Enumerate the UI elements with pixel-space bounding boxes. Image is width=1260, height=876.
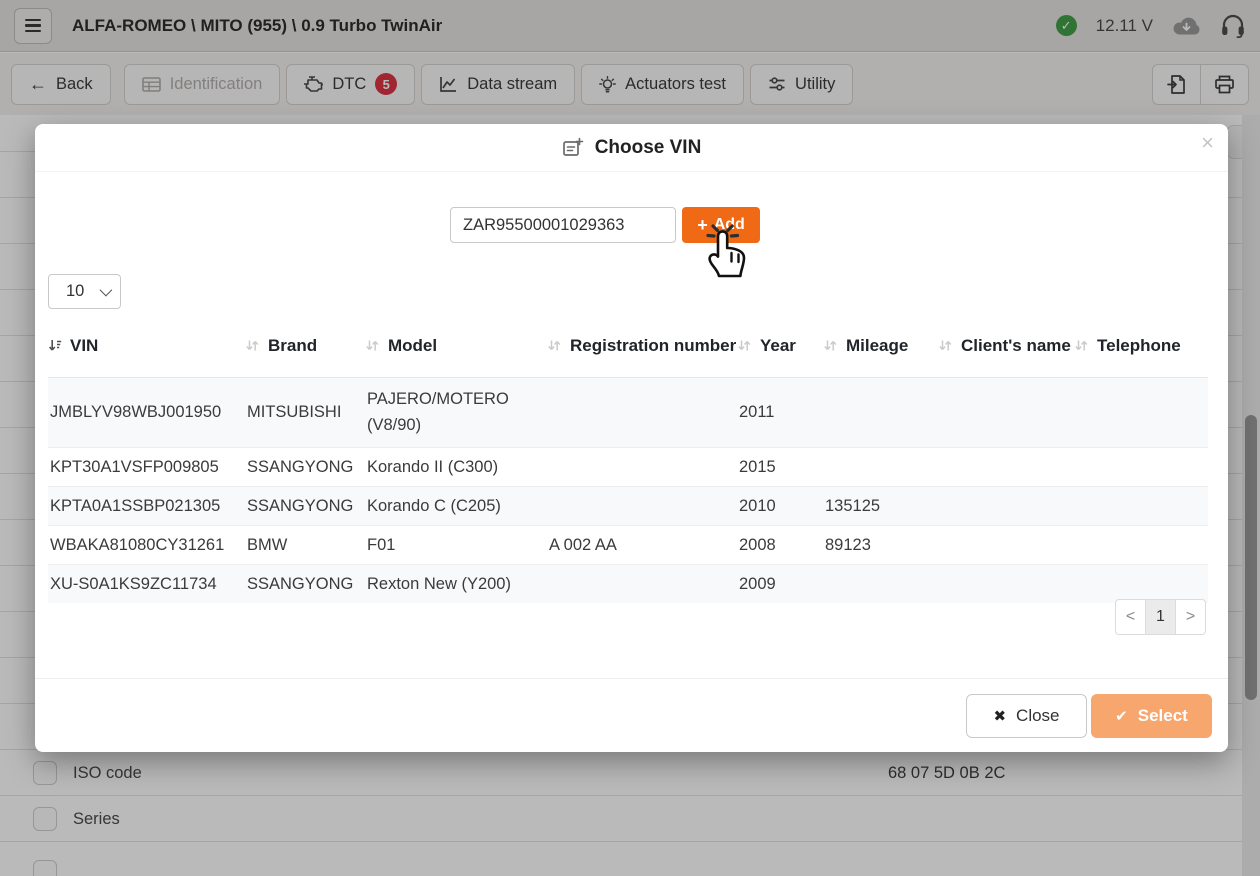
app-screen: ALFA-ROMEO \ MITO (955) \ 0.9 Turbo Twin… bbox=[0, 0, 1260, 876]
column-header-vin[interactable]: VIN bbox=[48, 315, 245, 377]
vin-input[interactable] bbox=[450, 207, 676, 243]
close-label: Close bbox=[1016, 706, 1059, 726]
modal-title: Choose VIN bbox=[595, 137, 702, 159]
pagination-prev-button[interactable]: < bbox=[1115, 599, 1146, 635]
footer-divider bbox=[35, 678, 1228, 679]
page-size-value: 10 bbox=[49, 282, 84, 301]
table-row[interactable]: KPT30A1VSFP009805SSANGYONG Korando II (C… bbox=[48, 447, 1208, 486]
column-header-clients-name[interactable]: Client's name bbox=[938, 315, 1074, 377]
table-header-row: VIN Brand Model Registration number Year bbox=[48, 315, 1208, 377]
check-icon: ✔ bbox=[1115, 707, 1128, 725]
pagination-next-button[interactable]: > bbox=[1175, 599, 1206, 635]
table-row[interactable]: WBAKA81080CY31261BMW F01A 002 AA 2008891… bbox=[48, 525, 1208, 564]
table-row[interactable]: KPTA0A1SSBP021305SSANGYONG Korando C (C2… bbox=[48, 486, 1208, 525]
plus-icon: + bbox=[697, 216, 708, 234]
pagination: < 1 > bbox=[1115, 599, 1206, 635]
table-row[interactable]: XU-S0A1KS9ZC11734SSANGYONG Rexton New (Y… bbox=[48, 564, 1208, 603]
column-header-brand[interactable]: Brand bbox=[245, 315, 365, 377]
sort-icon bbox=[365, 338, 380, 353]
modal-header: Choose VIN × bbox=[35, 124, 1228, 172]
form-plus-icon bbox=[562, 137, 584, 158]
cross-icon: ✖ bbox=[993, 707, 1006, 725]
sort-active-icon bbox=[48, 338, 62, 353]
sort-icon bbox=[547, 338, 562, 353]
add-button[interactable]: + Add bbox=[682, 207, 760, 243]
pagination-current-page[interactable]: 1 bbox=[1145, 599, 1176, 635]
sort-icon bbox=[1074, 338, 1089, 353]
close-icon[interactable]: × bbox=[1201, 128, 1214, 159]
add-label: Add bbox=[714, 216, 745, 234]
column-header-year[interactable]: Year bbox=[737, 315, 823, 377]
sort-icon bbox=[938, 338, 953, 353]
sort-icon bbox=[823, 338, 838, 353]
sort-icon bbox=[737, 338, 752, 353]
table-row[interactable]: JMBLYV98WBJ001950MITSUBISHI PAJERO/MOTER… bbox=[48, 377, 1208, 447]
column-header-model[interactable]: Model bbox=[365, 315, 547, 377]
close-button[interactable]: ✖ Close bbox=[966, 694, 1087, 738]
select-button-disabled[interactable]: ✔ Select bbox=[1091, 694, 1212, 738]
choose-vin-modal: Choose VIN × + Add 10 VIN bbox=[35, 124, 1228, 752]
page-size-select[interactable]: 10 bbox=[48, 274, 121, 309]
chevron-down-icon bbox=[100, 284, 113, 297]
vin-table: VIN Brand Model Registration number Year bbox=[48, 315, 1208, 603]
column-header-telephone[interactable]: Telephone bbox=[1074, 315, 1208, 377]
column-header-mileage[interactable]: Mileage bbox=[823, 315, 938, 377]
select-label: Select bbox=[1138, 706, 1188, 726]
column-header-registration-number[interactable]: Registration number bbox=[547, 315, 737, 377]
sort-icon bbox=[245, 338, 260, 353]
